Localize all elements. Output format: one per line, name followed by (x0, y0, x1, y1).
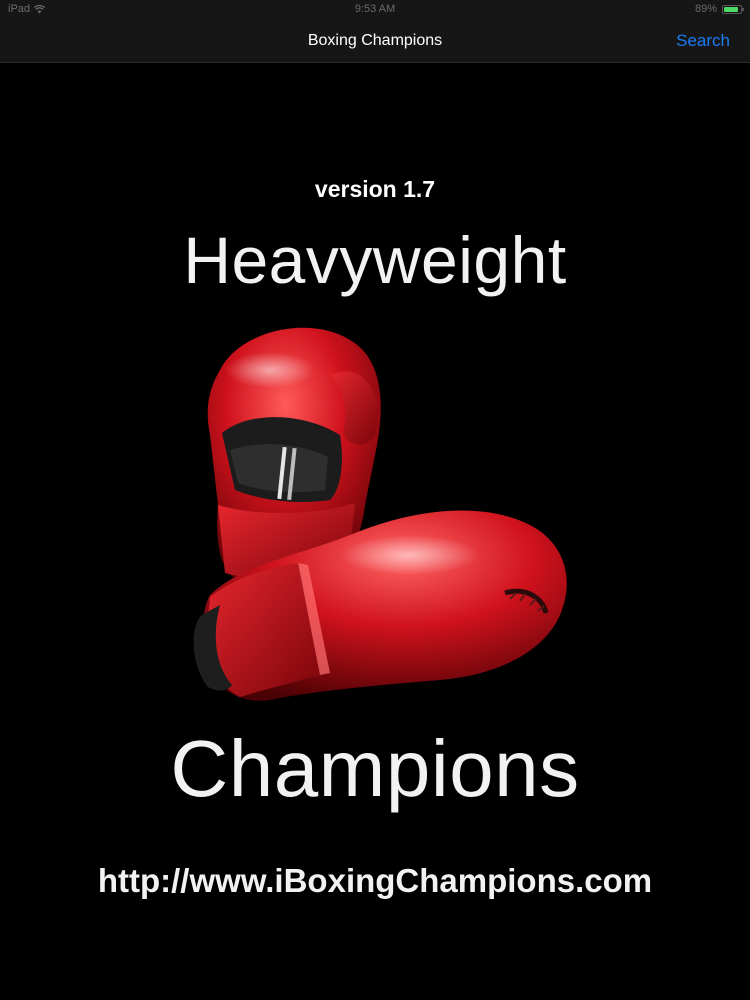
splash-screen: iPad 9:53 AM 89% Boxing Champions Search… (0, 0, 750, 1000)
navigation-bar: Boxing Champions Search (0, 20, 750, 63)
boxing-gloves-icon (193, 327, 567, 701)
battery-level-fill (724, 6, 739, 12)
status-bar: iPad 9:53 AM 89% (0, 0, 750, 20)
battery-icon (722, 4, 744, 14)
nav-title: Boxing Champions (307, 32, 443, 49)
battery-percent: 89% (694, 3, 717, 15)
headline-champions: Champions (170, 724, 580, 813)
version-label: version 1.7 (314, 176, 436, 202)
status-time: 9:53 AM (354, 3, 396, 15)
battery-indicator: 89% (694, 3, 744, 15)
website-url: http://www.iBoxingChampions.com (97, 862, 653, 899)
headline-heavyweight: Heavyweight (183, 223, 567, 297)
search-button[interactable]: Search (676, 31, 730, 51)
